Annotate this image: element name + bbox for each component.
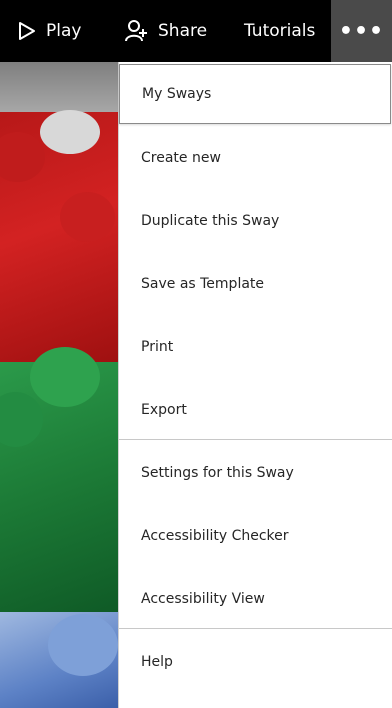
- menu-item-settings[interactable]: Settings for this Sway: [119, 443, 391, 503]
- share-icon: [124, 19, 148, 43]
- menu-item-accessibility-view[interactable]: Accessibility View: [119, 569, 391, 629]
- menu-item-help[interactable]: Help: [119, 632, 391, 692]
- menu-item-label: Export: [141, 402, 187, 418]
- lego-stud: [40, 110, 100, 154]
- more-icon: •••: [338, 18, 385, 44]
- menu-item-label: Create new: [141, 150, 221, 166]
- menu-item-export[interactable]: Export: [119, 380, 391, 440]
- share-button[interactable]: Share: [124, 0, 207, 62]
- menu-item-print[interactable]: Print: [119, 317, 391, 377]
- photo-region-grey: [0, 62, 124, 112]
- more-options-menu: My Sways Create new Duplicate this Sway …: [118, 62, 392, 708]
- tutorials-button[interactable]: Tutorials: [244, 0, 315, 62]
- play-button[interactable]: Play: [18, 0, 81, 62]
- menu-item-label: Accessibility View: [141, 591, 265, 607]
- menu-item-label: Save as Template: [141, 276, 265, 292]
- menu-divider: [119, 439, 392, 440]
- background-photo: [0, 62, 124, 708]
- lego-stud: [48, 614, 118, 676]
- play-label: Play: [46, 21, 82, 41]
- menu-item-label: Settings for this Sway: [141, 465, 294, 481]
- menu-item-label: Duplicate this Sway: [141, 213, 280, 229]
- play-icon: [18, 21, 36, 41]
- lego-stud: [60, 192, 115, 242]
- menu-item-label: My Sways: [142, 86, 212, 102]
- menu-item-label: Accessibility Checker: [141, 528, 289, 544]
- more-options-button[interactable]: •••: [331, 0, 392, 62]
- tutorials-label: Tutorials: [244, 21, 316, 41]
- lego-stud: [30, 347, 100, 407]
- menu-item-save-as-template[interactable]: Save as Template: [119, 254, 391, 314]
- menu-item-my-sways[interactable]: My Sways: [119, 64, 391, 124]
- menu-item-label: Print: [141, 339, 174, 355]
- share-label: Share: [158, 21, 208, 41]
- menu-item-label: Help: [141, 654, 173, 670]
- menu-item-duplicate[interactable]: Duplicate this Sway: [119, 191, 391, 251]
- menu-item-accessibility-checker[interactable]: Accessibility Checker: [119, 506, 391, 566]
- menu-item-create-new[interactable]: Create new: [119, 128, 391, 188]
- menu-divider: [119, 628, 392, 629]
- top-toolbar: Play Share Tutorials •••: [0, 0, 392, 62]
